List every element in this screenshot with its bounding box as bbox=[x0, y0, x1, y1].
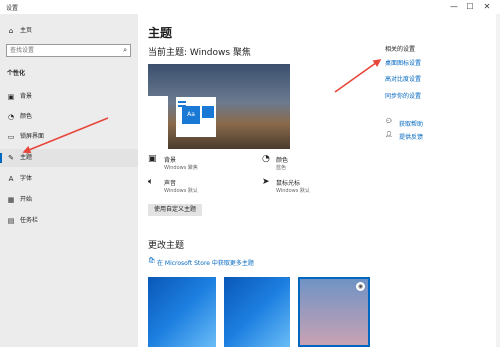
taskbar-icon: ▤ bbox=[7, 217, 15, 225]
sidebar-item-themes[interactable]: ✎ 主题 bbox=[0, 149, 138, 167]
setting-name: 颜色 bbox=[276, 157, 289, 164]
monitor-icon: ▭ bbox=[7, 133, 15, 141]
start-icon: ▦ bbox=[7, 196, 15, 204]
search-icon[interactable]: ⌕ bbox=[123, 46, 127, 55]
store-link[interactable]: 在 Microsoft Store 中获取更多主题 bbox=[157, 258, 254, 267]
setting-value: Windows 默认 bbox=[164, 188, 198, 194]
title-bar: 设置 — ☐ ✕ bbox=[0, 0, 500, 14]
scrollbar[interactable] bbox=[496, 14, 500, 347]
image-icon: ▣ bbox=[7, 93, 15, 101]
sidebar-item-label: 主页 bbox=[20, 27, 33, 34]
maximize-button[interactable]: ☐ bbox=[464, 2, 476, 12]
search-input[interactable] bbox=[10, 46, 110, 55]
sound-icon: 🔈︎ bbox=[148, 177, 154, 187]
sidebar-item-label: 颜色 bbox=[20, 113, 33, 120]
preview-start-menu bbox=[148, 96, 168, 149]
palette-icon: ◔ bbox=[7, 113, 15, 121]
close-button[interactable]: ✕ bbox=[481, 2, 493, 12]
home-icon: ⌂ bbox=[8, 27, 14, 35]
save-theme-button[interactable]: 使用自定义主题 bbox=[148, 204, 202, 216]
desktop-icon-settings-link[interactable]: 桌面图标设置 bbox=[385, 58, 421, 67]
sidebar-item-label: 任务栏 bbox=[20, 217, 39, 224]
minimize-button[interactable]: — bbox=[448, 2, 460, 12]
sync-settings-link[interactable]: 同步你的设置 bbox=[385, 91, 421, 100]
theme-thumbnail-selected[interactable]: ◉ bbox=[298, 277, 370, 347]
help-icon: 💬︎ bbox=[385, 118, 393, 125]
current-theme-label: 当前主题: Windows 聚焦 bbox=[148, 48, 251, 58]
setting-value: 蓝色 bbox=[276, 165, 287, 171]
theme-setting-color[interactable]: ◔ 颜色 蓝色 bbox=[262, 154, 357, 174]
sidebar-item-colors[interactable]: ◔ 颜色 bbox=[0, 108, 138, 126]
search-box[interactable]: ⌕ bbox=[6, 44, 131, 57]
related-settings-title: 相关的设置 bbox=[385, 46, 416, 53]
theme-setting-cursor[interactable]: ➤ 鼠标光标 Windows 默认 bbox=[262, 177, 357, 197]
sidebar-item-lockscreen[interactable]: ▭ 锁屏界面 bbox=[0, 128, 138, 146]
feedback-link[interactable]: 提供反馈 bbox=[399, 132, 423, 141]
cursor-icon: ➤ bbox=[262, 177, 270, 187]
page-title: 主题 bbox=[148, 26, 173, 40]
image-icon: ▣ bbox=[148, 154, 157, 164]
theme-thumbnail-windows-light[interactable] bbox=[224, 277, 290, 347]
sidebar-item-start[interactable]: ▦ 开始 bbox=[0, 191, 138, 209]
sidebar-item-home[interactable]: ⌂ 主页 bbox=[0, 22, 138, 40]
sidebar-item-label: 字体 bbox=[20, 175, 33, 182]
setting-name: 背景 bbox=[164, 157, 177, 164]
theme-thumbnail-windows[interactable] bbox=[148, 277, 216, 347]
theme-setting-background[interactable]: ▣ 背景 Windows 聚焦 bbox=[148, 154, 243, 174]
sidebar-item-label: 背景 bbox=[20, 93, 33, 100]
window-title: 设置 bbox=[6, 5, 19, 12]
sidebar-item-background[interactable]: ▣ 背景 bbox=[0, 88, 138, 106]
setting-name: 鼠标光标 bbox=[276, 180, 301, 187]
setting-value: Windows 默认 bbox=[276, 188, 310, 194]
camera-icon: ◉ bbox=[356, 282, 365, 291]
preview-tile: Aa bbox=[182, 106, 200, 124]
get-help-link[interactable]: 获取帮助 bbox=[399, 119, 423, 128]
setting-name: 声音 bbox=[164, 180, 177, 187]
sidebar-section-title: 个性化 bbox=[7, 70, 26, 77]
theme-setting-sound[interactable]: 🔈︎ 声音 Windows 默认 bbox=[148, 177, 243, 197]
theme-preview bbox=[148, 64, 290, 149]
high-contrast-link[interactable]: 高对比度设置 bbox=[385, 74, 421, 83]
feedback-icon: 👤︎ bbox=[385, 131, 393, 138]
preview-tile-small bbox=[202, 106, 214, 118]
sidebar-item-taskbar[interactable]: ▤ 任务栏 bbox=[0, 212, 138, 230]
sidebar-item-label: 锁屏界面 bbox=[20, 133, 45, 140]
palette-icon: ◔ bbox=[262, 154, 270, 164]
sidebar-item-label: 主题 bbox=[20, 154, 33, 161]
setting-value: Windows 聚焦 bbox=[164, 165, 198, 171]
change-theme-heading: 更改主题 bbox=[148, 241, 185, 251]
sidebar-item-fonts[interactable]: A 字体 bbox=[0, 170, 138, 188]
font-icon: A bbox=[8, 175, 14, 183]
sidebar-item-label: 开始 bbox=[20, 196, 33, 203]
theme-icon: ✎ bbox=[8, 154, 14, 162]
store-icon: 🛍︎ bbox=[148, 257, 156, 264]
